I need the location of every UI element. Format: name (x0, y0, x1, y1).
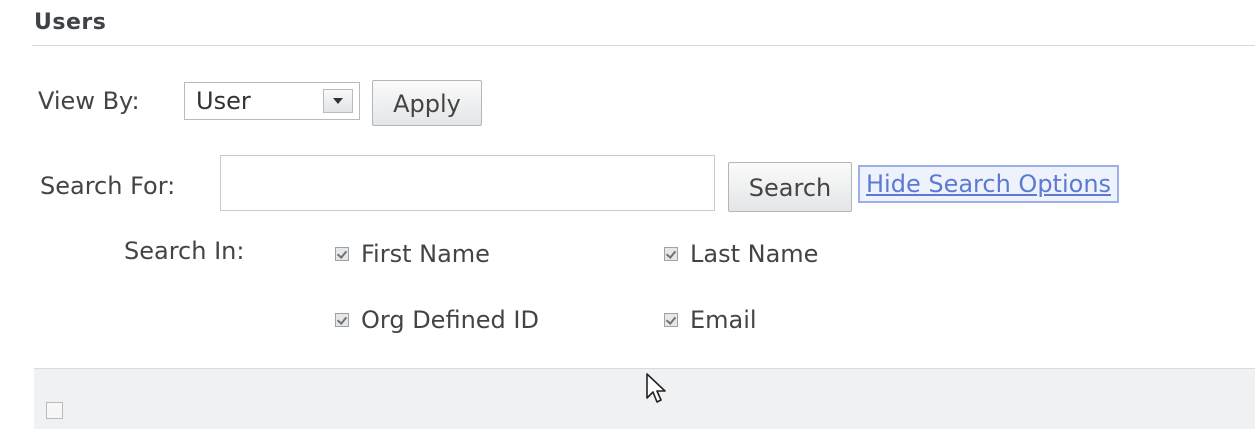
email-checkbox[interactable] (664, 313, 678, 327)
chevron-down-icon-glyph (333, 98, 343, 104)
title-divider (32, 45, 1255, 46)
last-name-checkbox[interactable] (664, 247, 678, 261)
last-name-label: Last Name (690, 240, 819, 268)
view-by-selected-value: User (196, 87, 251, 115)
first-name-checkbox[interactable] (335, 247, 349, 261)
search-in-org-defined-id-option[interactable]: Org Defined ID (335, 306, 539, 334)
view-by-select[interactable]: User (184, 82, 360, 120)
view-by-label: View By: (38, 87, 140, 115)
search-in-first-name-option[interactable]: First Name (335, 240, 490, 268)
search-input[interactable] (220, 155, 715, 211)
hide-search-options-link[interactable]: Hide Search Options (858, 165, 1120, 203)
search-in-label: Search In: (124, 237, 245, 265)
org-defined-id-checkbox[interactable] (335, 313, 349, 327)
search-in-last-name-option[interactable]: Last Name (664, 240, 818, 268)
first-name-label: First Name (361, 240, 490, 268)
search-in-email-option[interactable]: Email (664, 306, 757, 334)
page-title: Users (34, 10, 107, 35)
email-label: Email (690, 306, 757, 334)
search-for-label: Search For: (40, 172, 176, 200)
users-page: Users View By: User Apply Search For: Se… (0, 0, 1255, 429)
chevron-down-icon[interactable] (323, 89, 353, 113)
select-all-checkbox[interactable] (46, 402, 63, 419)
apply-button[interactable]: Apply (372, 80, 482, 126)
mouse-cursor-icon (646, 373, 666, 403)
search-button[interactable]: Search (728, 162, 852, 212)
org-defined-id-label: Org Defined ID (361, 306, 539, 334)
